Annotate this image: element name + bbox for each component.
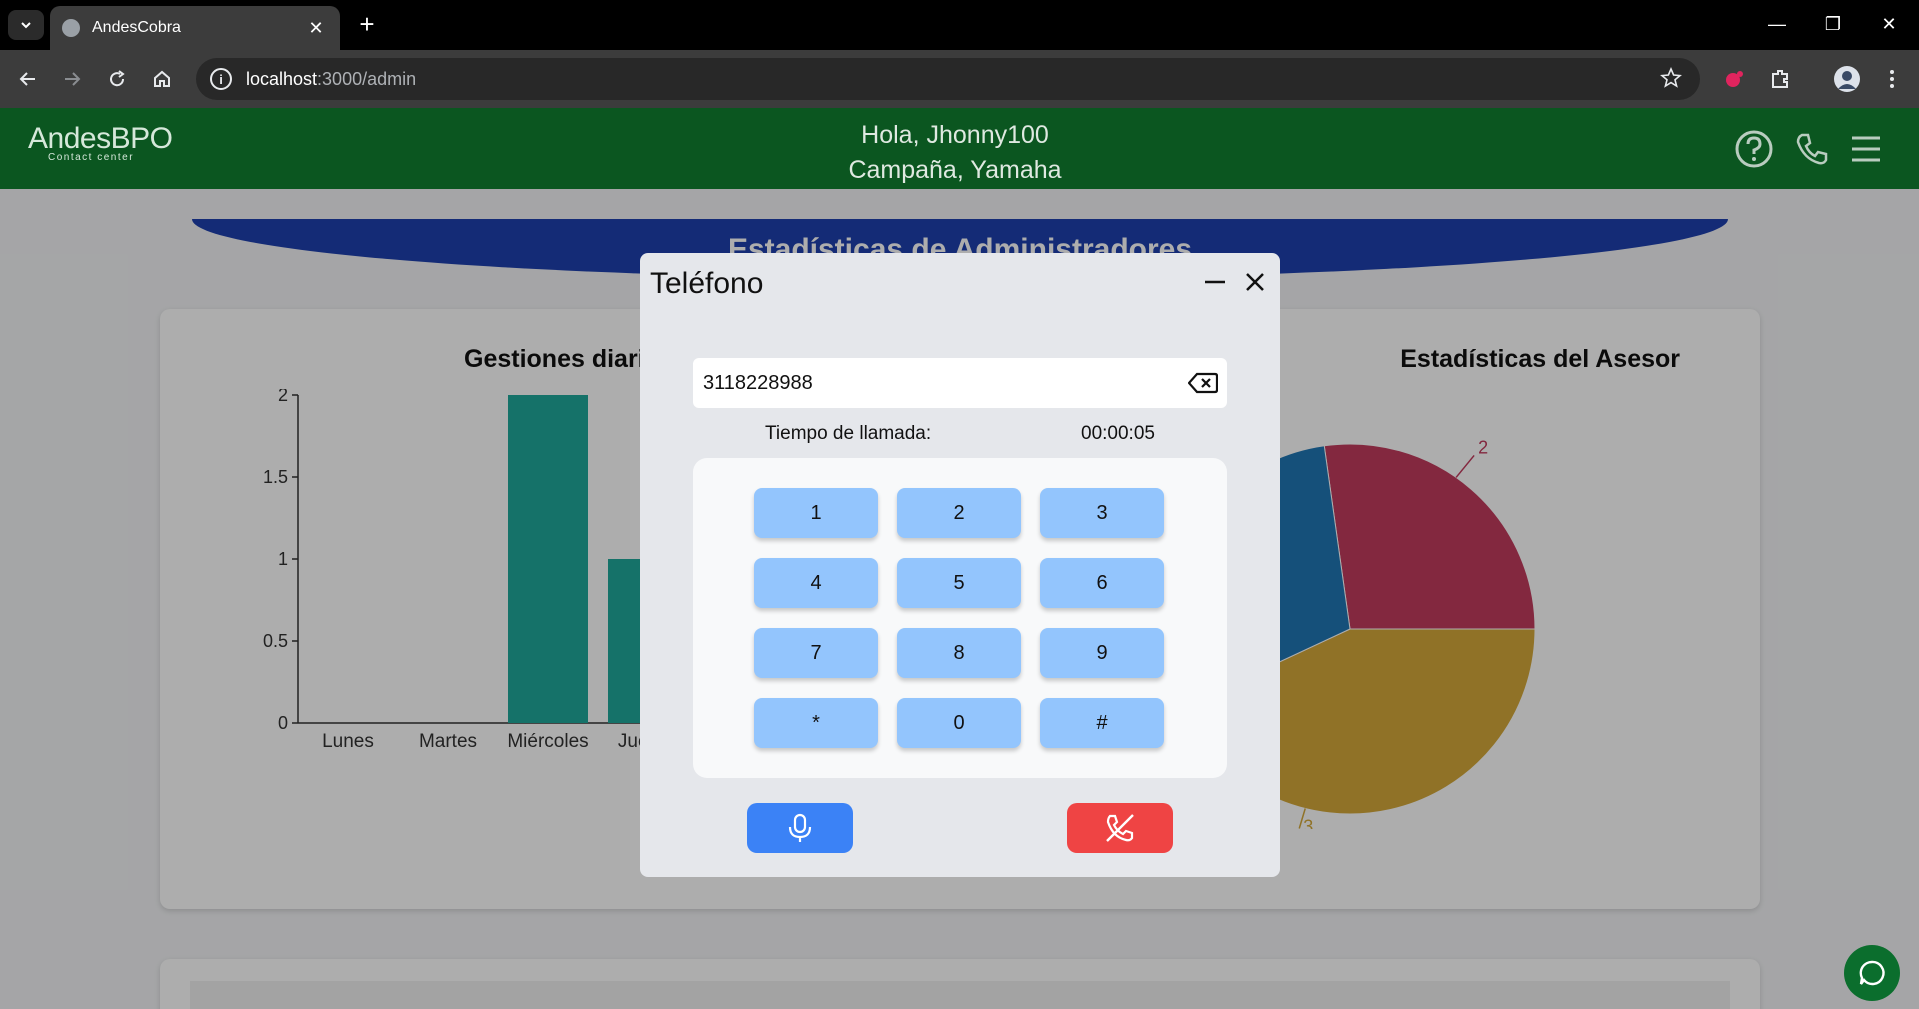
address-bar[interactable]: i localhost:3000/admin [196, 58, 1700, 100]
phone-dialog: Teléfono 3118228988 Tiempo de llamada: 0… [640, 253, 1280, 877]
close-icon [1246, 273, 1264, 291]
site-info-icon[interactable]: i [210, 68, 232, 90]
user-greeting: Hola, Jhonny100 [861, 121, 1049, 149]
help-icon[interactable] [1733, 128, 1775, 170]
microphone-button[interactable] [747, 803, 853, 853]
microphone-icon [788, 813, 812, 842]
minus-icon [1205, 280, 1225, 284]
call-timer-label: Tiempo de llamada: [765, 423, 932, 444]
key-9[interactable]: 9 [1040, 628, 1164, 678]
phone-dialog-title: Teléfono [650, 267, 764, 300]
back-button[interactable] [12, 63, 44, 95]
new-tab-button[interactable]: + [352, 10, 382, 40]
reload-icon [110, 70, 125, 87]
arrow-right-icon [65, 72, 81, 86]
minimize-window-button[interactable]: — [1755, 8, 1799, 40]
key-0[interactable]: 0 [897, 698, 1021, 748]
key-8[interactable]: 8 [897, 628, 1021, 678]
key-4[interactable]: 4 [754, 558, 878, 608]
profile-avatar[interactable] [1831, 63, 1863, 95]
chat-bubble-icon [1859, 960, 1885, 986]
minimize-dialog-button[interactable] [1200, 267, 1230, 297]
key-5[interactable]: 5 [897, 558, 1021, 608]
phone-number-input[interactable]: 3118228988 [693, 358, 1227, 408]
key-2[interactable]: 2 [897, 488, 1021, 538]
chat-button[interactable] [1844, 945, 1900, 1001]
restore-window-button[interactable]: ❐ [1811, 8, 1855, 40]
bookmark-star-icon[interactable] [1660, 66, 1682, 94]
chevron-down-icon [21, 22, 31, 29]
phone-number-value: 3118228988 [703, 371, 813, 394]
campaign-label: Campaña, Yamaha [848, 156, 1062, 184]
dial-keypad: 1 2 3 4 5 6 7 8 9 * 0 # [693, 458, 1227, 778]
extension-record-icon[interactable] [1718, 63, 1750, 95]
hang-up-button[interactable] [1067, 803, 1173, 853]
phone-off-icon [1106, 814, 1134, 842]
url-host: localhost [246, 68, 318, 89]
reload-button[interactable] [101, 63, 133, 95]
browser-menu-icon[interactable] [1876, 63, 1908, 95]
app-header: AndesBPO Contact center Hola, Jhonny100 … [0, 108, 1919, 189]
globe-icon [62, 19, 80, 37]
browser-tabbar: AndesCobra ✕ + — ❐ ✕ [0, 0, 1919, 50]
key-6[interactable]: 6 [1040, 558, 1164, 608]
key-3[interactable]: 3 [1040, 488, 1164, 538]
browser-toolbar: i localhost:3000/admin [0, 50, 1919, 108]
arrow-left-icon [19, 72, 35, 86]
close-dialog-button[interactable] [1240, 267, 1270, 297]
key-star[interactable]: * [754, 698, 878, 748]
phone-icon[interactable] [1791, 128, 1833, 170]
tab-search-button[interactable] [8, 10, 44, 40]
key-hash[interactable]: # [1040, 698, 1164, 748]
key-7[interactable]: 7 [754, 628, 878, 678]
home-icon [154, 70, 170, 87]
backspace-icon [1188, 372, 1218, 394]
forward-button[interactable] [56, 63, 88, 95]
url-path: :3000/admin [317, 68, 417, 89]
hamburger-menu-icon[interactable] [1845, 128, 1887, 170]
call-timer-value: 00:00:05 [1081, 423, 1155, 444]
key-1[interactable]: 1 [754, 488, 878, 538]
extensions-puzzle-icon[interactable] [1764, 63, 1796, 95]
backspace-button[interactable] [1185, 365, 1221, 401]
browser-tab[interactable]: AndesCobra ✕ [50, 6, 340, 50]
home-button[interactable] [146, 63, 178, 95]
tab-close-icon[interactable]: ✕ [304, 18, 328, 39]
close-window-button[interactable]: ✕ [1867, 8, 1911, 40]
tab-title: AndesCobra [92, 19, 181, 36]
